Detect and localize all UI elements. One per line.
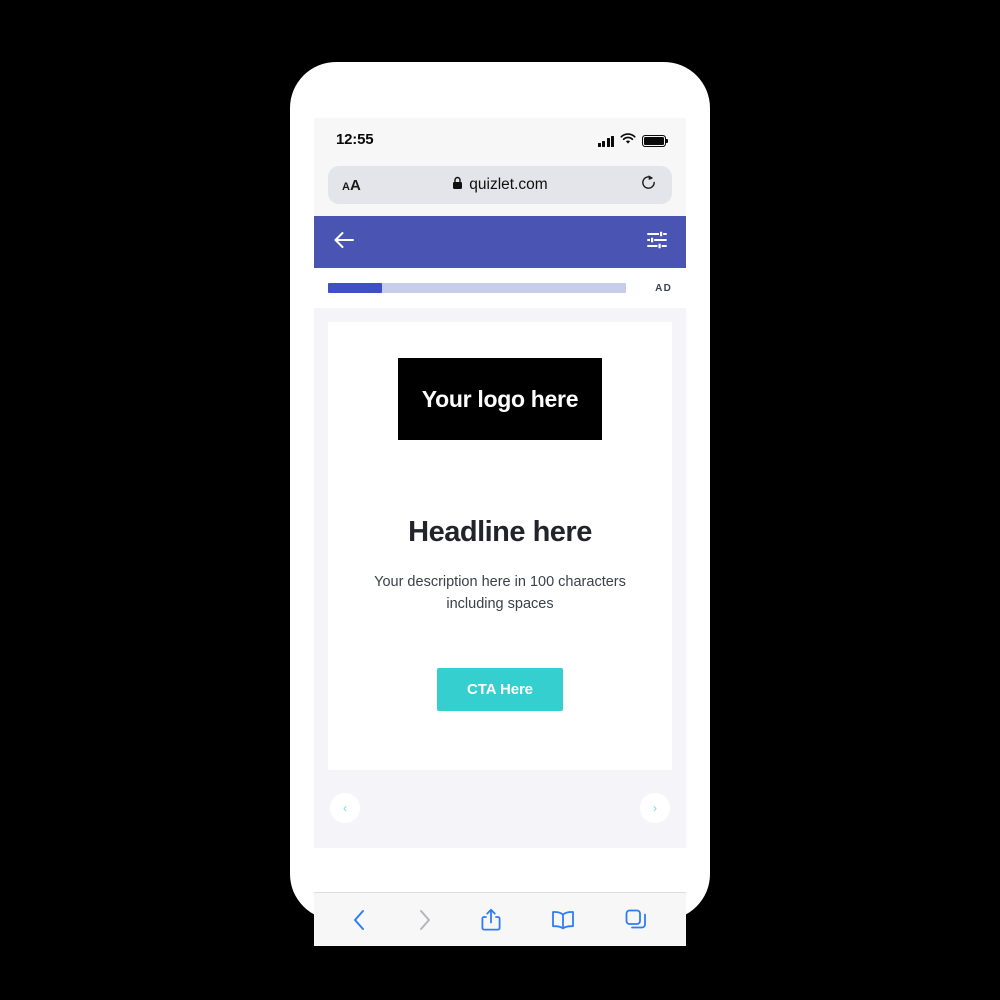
ad-progress-row: AD <box>314 268 686 308</box>
carousel-prev-button[interactable]: ‹ <box>330 793 360 823</box>
ad-description: Your description here in 100 characters … <box>374 574 626 613</box>
text-size-large-a: A <box>349 176 361 194</box>
safari-bottom-toolbar <box>314 892 686 946</box>
ad-progress-fill <box>328 283 382 293</box>
safari-url-bar-container: AA quizlet.com <box>314 162 686 216</box>
sliders-icon[interactable] <box>646 230 668 255</box>
ad-logo-placeholder: Your logo here <box>398 358 602 440</box>
cellular-signal-icon <box>597 135 614 147</box>
cta-button[interactable]: CTA Here <box>437 667 563 711</box>
ad-badge: AD <box>655 282 672 294</box>
safari-url-bar[interactable]: AA quizlet.com <box>328 166 672 204</box>
ad-carousel-nav: ‹ › <box>328 770 672 846</box>
bookmarks-book-icon[interactable] <box>550 909 576 931</box>
status-bar-icons <box>597 132 669 150</box>
phone-device-frame: 12:55 AA quizlet.com AD Your logo here H… <box>290 62 710 946</box>
reload-icon[interactable] <box>640 174 657 196</box>
phone-screen: 12:55 AA quizlet.com AD Your logo here H… <box>314 118 686 946</box>
share-icon[interactable] <box>480 907 502 933</box>
ad-progress-track <box>328 283 626 293</box>
wifi-icon <box>620 132 636 150</box>
browser-back-button[interactable] <box>352 908 368 932</box>
tabs-icon[interactable] <box>624 908 648 932</box>
status-bar-time: 12:55 <box>336 131 374 148</box>
browser-forward-button[interactable] <box>416 908 432 932</box>
carousel-next-button[interactable]: › <box>640 793 670 823</box>
text-size-button[interactable]: AA <box>342 177 361 194</box>
url-display[interactable]: quizlet.com <box>452 176 548 195</box>
arrow-left-icon[interactable] <box>332 229 358 256</box>
ad-logo-text: Your logo here <box>421 385 579 412</box>
ad-headline: Headline here <box>408 516 592 548</box>
battery-icon <box>642 135 669 147</box>
lock-icon <box>452 176 463 195</box>
url-text: quizlet.com <box>469 176 548 193</box>
app-bar <box>314 216 686 268</box>
ios-status-bar: 12:55 <box>314 118 686 162</box>
ad-stage: Your logo here Headline here Your descri… <box>314 308 686 848</box>
ad-card: Your logo here Headline here Your descri… <box>328 322 672 770</box>
text-size-small-a: A <box>342 180 350 193</box>
